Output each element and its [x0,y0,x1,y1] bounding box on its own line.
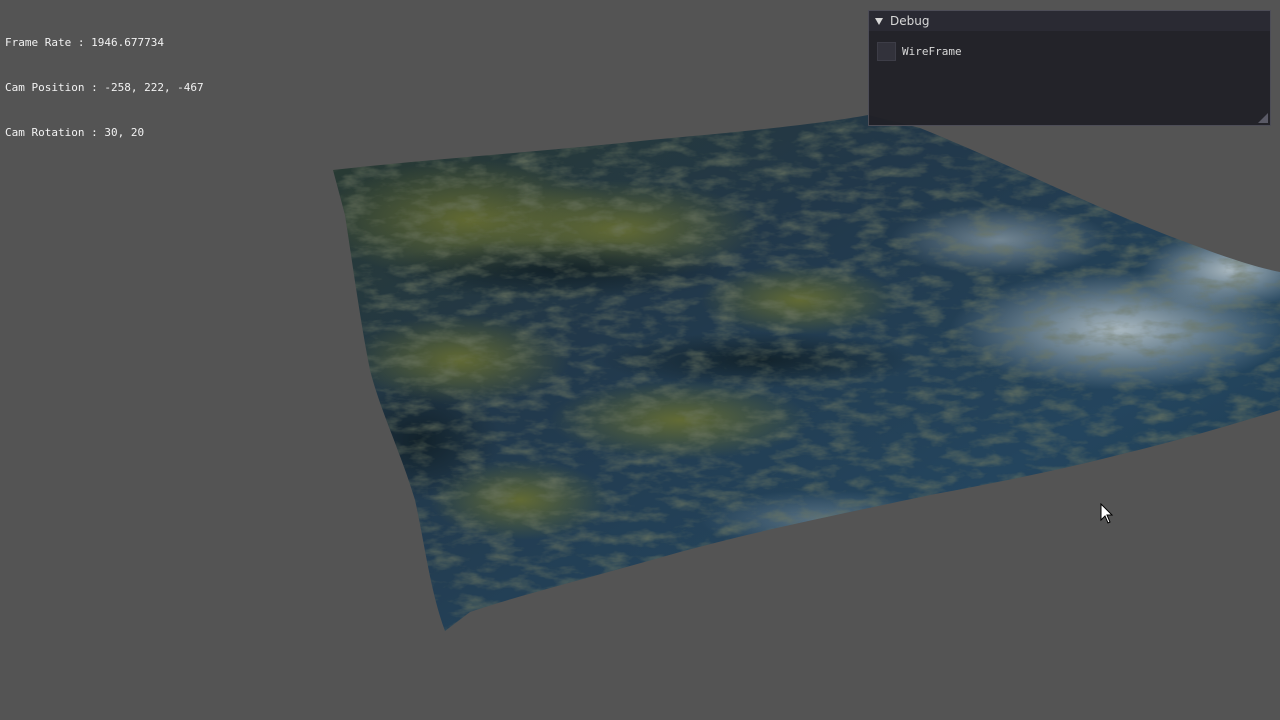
frame-rate-text: Frame Rate : 1946.677734 [5,36,164,49]
wireframe-label: WireFrame [902,45,962,58]
collapse-arrow-icon[interactable] [875,18,883,25]
wireframe-checkbox[interactable] [877,42,896,61]
debug-window-title: Debug [890,14,930,28]
3d-viewport[interactable]: Frame Rate : 1946.677734 Cam Position : … [0,0,1280,720]
cam-rotation-text: Cam Rotation : 30, 20 [5,126,145,139]
resize-grip-icon[interactable] [1258,113,1268,123]
debug-window-titlebar[interactable]: Debug [869,11,1270,31]
mouse-cursor-icon [1100,503,1114,524]
wireframe-option[interactable]: WireFrame [877,42,962,61]
debug-window[interactable]: Debug WireFrame [868,10,1271,126]
stats-overlay: Frame Rate : 1946.677734 Cam Position : … [5,5,204,170]
cam-position-text: Cam Position : -258, 222, -467 [5,81,204,94]
